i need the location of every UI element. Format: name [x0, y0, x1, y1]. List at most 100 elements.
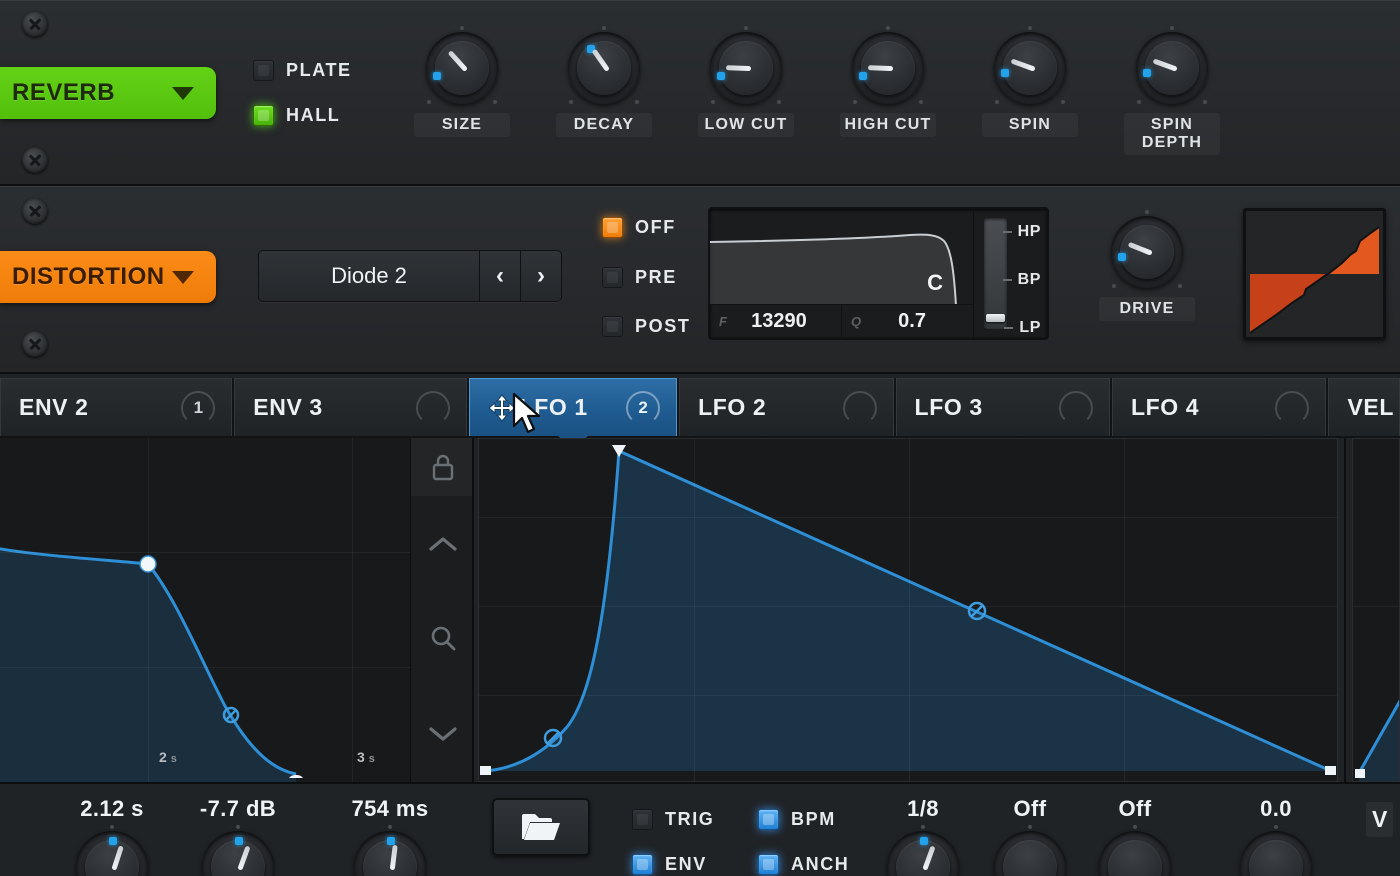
checkbox-hall[interactable]: [253, 105, 274, 126]
lfo-phase-control[interactable]: 0.0: [1228, 796, 1324, 876]
filter-freq-value[interactable]: 13290: [735, 310, 841, 333]
checkbox-bpm[interactable]: [758, 809, 779, 830]
vel-bottom-label: V: [1366, 802, 1394, 837]
filter-mode-hp[interactable]: HP: [1002, 223, 1041, 241]
tab-lfo-1[interactable]: LFO 1 2: [468, 378, 678, 449]
filter-q-value[interactable]: 0.7: [869, 310, 973, 333]
distortion-section-tab[interactable]: DISTORTION: [0, 251, 216, 303]
vel-graph-pane[interactable]: [1352, 438, 1400, 782]
vel-node: [1355, 769, 1365, 778]
knob-dial[interactable]: [565, 26, 643, 107]
reverb-mode-plate-label: PLATE: [286, 60, 352, 80]
env-attack-control[interactable]: 2.12 s: [64, 796, 160, 876]
distortion-filter-display[interactable]: C F 13290 Q 0.7 HP BP LP: [708, 207, 1049, 340]
checkbox-anch[interactable]: [758, 854, 779, 875]
reverb-section-tab[interactable]: REVERB: [0, 67, 216, 119]
chevron-up-icon[interactable]: [411, 496, 474, 591]
modulator-tab-strip: ENV 2 1 ENV 3 LFO 1 2 LFO 2 LFO 3 LFO 4: [0, 378, 1400, 449]
filter-value-fields: F 13290 Q 0.7: [710, 304, 973, 338]
knob-high-cut-label: HIGH CUT: [840, 113, 936, 137]
knob-dial[interactable]: [707, 26, 785, 107]
filter-q-field[interactable]: Q 0.7: [842, 305, 973, 338]
tab-lfo-3[interactable]: LFO 3: [895, 378, 1110, 436]
checkbox-post[interactable]: [602, 316, 623, 337]
checkbox-trig[interactable]: [632, 809, 653, 830]
env-graph-toolbar[interactable]: [410, 438, 474, 782]
slider-handle[interactable]: [986, 314, 1005, 322]
knob-size[interactable]: SIZE: [414, 26, 510, 137]
load-preset-button[interactable]: [492, 798, 590, 856]
distortion-routing-post[interactable]: POST: [602, 316, 690, 337]
checkbox-off[interactable]: [602, 217, 623, 238]
knob-drive[interactable]: DRIVE: [1099, 210, 1195, 321]
knob-dial[interactable]: [849, 26, 927, 107]
chevron-down-icon[interactable]: [411, 687, 474, 782]
filter-mode-lp[interactable]: LP: [1004, 319, 1041, 337]
knob-low-cut[interactable]: LOW CUT: [698, 26, 794, 137]
tab-vel[interactable]: VEL: [1328, 378, 1400, 436]
reverb-module: REVERB PLATE HALL SIZE DECAY LOW CUT HIG…: [0, 0, 1400, 186]
env-level-control[interactable]: -7.7 dB: [190, 796, 286, 876]
lfo-toggle-trig[interactable]: TRIG: [632, 809, 714, 830]
lfo-toggle-bpm[interactable]: BPM: [758, 809, 836, 830]
env-time-control[interactable]: 754 ms: [342, 796, 438, 876]
knob-dial[interactable]: [199, 825, 277, 876]
lfo-toggle-anch-label: ANCH: [791, 854, 850, 874]
tab-env-2-badge: 1: [181, 390, 216, 425]
tab-env-3[interactable]: ENV 3: [234, 378, 467, 436]
tab-lfo-1-badge: 2: [626, 390, 661, 425]
tab-env-2[interactable]: ENV 2 1: [0, 378, 233, 436]
knob-dial[interactable]: [991, 26, 1069, 107]
checkbox-env[interactable]: [632, 854, 653, 875]
distortion-routing-off[interactable]: OFF: [602, 217, 676, 238]
tab-lfo-4[interactable]: LFO 4: [1112, 378, 1327, 436]
knob-dial[interactable]: [884, 825, 962, 876]
screw-decoration: [22, 11, 59, 37]
chevron-left-icon[interactable]: ‹: [479, 251, 520, 301]
filter-mode-bp[interactable]: BP: [1002, 271, 1041, 289]
move-handle-icon[interactable]: [487, 393, 516, 422]
lfo-rate-control[interactable]: 1/8: [875, 796, 971, 876]
knob-dial[interactable]: [1133, 26, 1211, 107]
tab-env-3-label: ENV 3: [253, 394, 323, 420]
lfo-step-control[interactable]: Off: [1087, 796, 1183, 876]
distortion-routing-pre[interactable]: PRE: [602, 267, 677, 288]
knob-dial[interactable]: [423, 26, 501, 107]
tab-lfo-2[interactable]: LFO 2: [679, 378, 894, 436]
knob-dial[interactable]: [1237, 825, 1315, 876]
knob-dial[interactable]: [73, 825, 151, 876]
distortion-preset-name[interactable]: Diode 2: [259, 251, 479, 301]
lfo-toggle-env[interactable]: ENV: [632, 854, 707, 875]
knob-spin-depth[interactable]: SPIN DEPTH: [1124, 26, 1220, 155]
checkbox-pre[interactable]: [602, 267, 623, 288]
knob-dial[interactable]: [1096, 825, 1174, 876]
drive-shape-display[interactable]: [1243, 208, 1386, 340]
gridline: [0, 552, 410, 553]
reverb-mode-hall[interactable]: HALL: [253, 105, 340, 126]
lock-icon[interactable]: [411, 438, 474, 496]
lfo1-graph-pane[interactable]: [478, 438, 1338, 782]
lfo-toggle-trig-label: TRIG: [665, 809, 715, 829]
gridline: [909, 439, 910, 781]
env-graph-pane[interactable]: [0, 438, 410, 782]
knob-spin[interactable]: SPIN: [982, 26, 1078, 137]
filter-response-graph[interactable]: C F 13290 Q 0.7: [710, 209, 973, 338]
lfo-toggle-anch[interactable]: ANCH: [758, 854, 849, 875]
filter-mode-slider[interactable]: HP BP LP: [973, 209, 1047, 338]
knob-dial[interactable]: [991, 825, 1069, 876]
reverb-mode-plate[interactable]: PLATE: [253, 60, 352, 81]
filter-freq-field[interactable]: F 13290: [710, 305, 842, 338]
knob-dial[interactable]: [351, 825, 429, 876]
knob-high-cut[interactable]: HIGH CUT: [840, 26, 936, 137]
lfo-value-2: Off: [1013, 796, 1047, 821]
chevron-right-icon[interactable]: ›: [520, 251, 561, 301]
filter-freq-key: F: [719, 314, 727, 329]
magnifier-icon[interactable]: [411, 591, 474, 686]
lfo-smooth-control[interactable]: Off: [982, 796, 1078, 876]
filter-q-key: Q: [851, 314, 862, 329]
chevron-down-icon: [172, 270, 194, 284]
knob-dial[interactable]: [1108, 210, 1186, 291]
knob-decay[interactable]: DECAY: [556, 26, 652, 137]
distortion-preset-selector[interactable]: Diode 2 ‹ ›: [258, 250, 562, 302]
checkbox-plate[interactable]: [253, 60, 274, 81]
